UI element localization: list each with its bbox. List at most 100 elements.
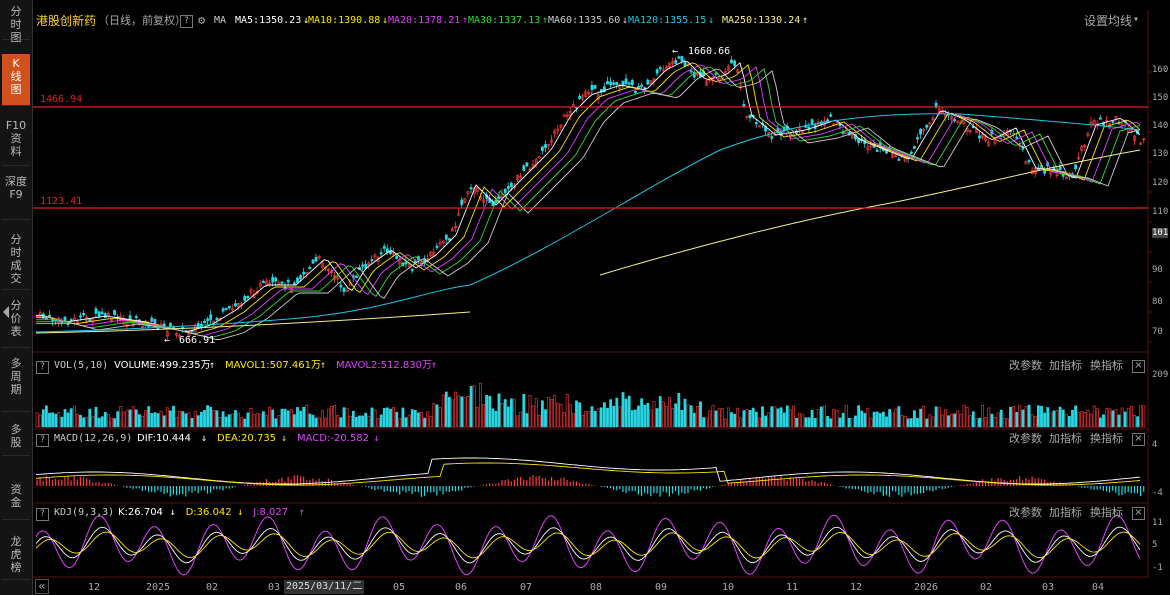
cursor-date-label: 2025/03/11/二 (284, 580, 365, 594)
vol-bar-99 (342, 407, 346, 428)
candle-body-79 (280, 281, 284, 284)
vol-bar-287 (925, 418, 929, 428)
date-tick-7: 08 (590, 582, 603, 593)
vol-bar-88 (308, 413, 312, 428)
candle-body-152 (506, 185, 510, 190)
ma-settings-button[interactable]: 设置均线 (1084, 14, 1132, 28)
candle-body-164 (544, 144, 547, 148)
vol-bar-149 (497, 393, 501, 428)
vol-bar-158 (525, 413, 529, 428)
high-price-label: 1660.66 (688, 46, 731, 57)
date-tick-12: 2026 (914, 582, 939, 593)
vol-swap-indicator-button[interactable]: 换指标 (1090, 359, 1123, 373)
vol-bar-230 (748, 410, 752, 428)
vol-bar-37 (150, 413, 154, 428)
candle-body-192 (630, 80, 634, 86)
vol-bar-164 (544, 409, 547, 428)
macd_panel-arrow-icon-2: ↓ (373, 433, 380, 444)
candle-body-175 (578, 95, 582, 99)
vol-bar-113 (385, 407, 389, 428)
ma-value-0: MA5:1350.23 (235, 15, 302, 26)
vol-bar-302 (971, 411, 975, 428)
vol-bar-323 (1037, 405, 1040, 428)
vol-bar-192 (630, 410, 634, 428)
candle-body-111 (379, 252, 383, 255)
chart-mode: （日线，前复权） (98, 14, 186, 27)
vol-bar-182 (599, 407, 603, 428)
macd-help-icon[interactable]: ? (36, 434, 49, 447)
vol_panel-value-2: MAVOL2:512.830万 (336, 360, 433, 371)
candle-body-140 (469, 187, 473, 190)
vol-bar-251 (813, 417, 817, 428)
vol-bar-39 (156, 413, 160, 428)
kdj-swap-indicator-button[interactable]: 换指标 (1090, 506, 1123, 520)
vol-params-button[interactable]: 改参数 (1009, 359, 1042, 373)
high-price-arrow-icon: ← (672, 46, 679, 57)
kdj-close-icon[interactable]: × (1132, 507, 1145, 520)
candle-body-9 (63, 316, 67, 322)
vol-bar-189 (621, 392, 625, 428)
candle-body-58 (215, 317, 219, 321)
date-tick-11: 12 (850, 582, 863, 593)
candle-body-14 (79, 315, 82, 318)
candle-body-43 (169, 322, 172, 327)
vol-bar-9 (63, 409, 67, 428)
vol-bar-55 (206, 405, 210, 428)
vol-bar-76 (271, 409, 275, 428)
settings-gear-icon[interactable]: ⚙ (198, 13, 205, 27)
vol-bar-201 (658, 396, 662, 428)
candle-body-185 (609, 81, 613, 86)
macd-add-indicator-button[interactable]: 加指标 (1049, 432, 1082, 446)
kdj-help-icon[interactable]: ? (36, 508, 49, 521)
vol-bar-53 (200, 411, 203, 428)
vol-bar-44 (172, 405, 175, 428)
ma-value-6: MA250:1330.24 (722, 15, 801, 26)
vol_panel-value-1: MAVOL1:507.461万 (225, 360, 322, 371)
macd-close-icon[interactable]: × (1132, 433, 1145, 446)
kdj-y-tick-top: 11 (1152, 518, 1163, 528)
candle-body-38 (153, 319, 157, 325)
candle-body-137 (460, 199, 464, 206)
vol-bar-185 (609, 399, 613, 428)
macd-params-button[interactable]: 改参数 (1009, 432, 1042, 446)
help-icon[interactable]: ? (180, 15, 193, 28)
ma-label: MA (214, 15, 227, 26)
vol-bar-137 (460, 396, 464, 428)
vol-bar-15 (82, 417, 86, 428)
vol-bar-43 (169, 410, 172, 428)
kdj-params-button[interactable]: 改参数 (1009, 506, 1042, 520)
vol-bar-193 (633, 409, 637, 428)
vol-bar-20 (97, 417, 101, 428)
vol-bar-105 (361, 415, 365, 428)
vol-bar-56 (209, 406, 213, 428)
ma-value-1: MA10:1390.88 (308, 15, 381, 26)
macd-swap-indicator-button[interactable]: 换指标 (1090, 432, 1123, 446)
vol-bar-195 (640, 398, 644, 428)
candle-body-316 (1015, 136, 1019, 139)
vol-bar-41 (162, 415, 166, 428)
vol-bar-334 (1071, 409, 1074, 428)
vol-bar-265 (857, 405, 861, 428)
kdj-add-indicator-button[interactable]: 加指标 (1049, 506, 1082, 520)
candle-body-62 (227, 305, 231, 309)
vol-bar-4 (48, 412, 51, 428)
vol-help-icon[interactable]: ? (36, 361, 49, 374)
vol-bar-211 (689, 405, 693, 428)
vol-add-indicator-button[interactable]: 加指标 (1049, 359, 1082, 373)
candle-body-180 (593, 85, 597, 89)
candle-body-15 (82, 312, 86, 316)
hline2-label: 1123.41 (40, 196, 83, 207)
ma-settings-chevron-icon[interactable]: ▾ (1133, 13, 1139, 27)
candle-body-56 (209, 314, 213, 320)
vol-close-icon[interactable]: × (1132, 360, 1145, 373)
candle-body-191 (627, 82, 631, 85)
vol-bar-324 (1040, 405, 1043, 428)
candle-body-335 (1074, 164, 1078, 170)
vol-bar-133 (447, 396, 451, 428)
vol-bar-125 (423, 417, 427, 428)
scroll-left-button[interactable]: « (35, 579, 49, 594)
candle-body-73 (261, 280, 265, 284)
date-tick-4: 05 (393, 582, 406, 593)
vol_panel-arrow-icon-0: ↑ (209, 360, 216, 371)
vol-bar-186 (612, 405, 616, 428)
